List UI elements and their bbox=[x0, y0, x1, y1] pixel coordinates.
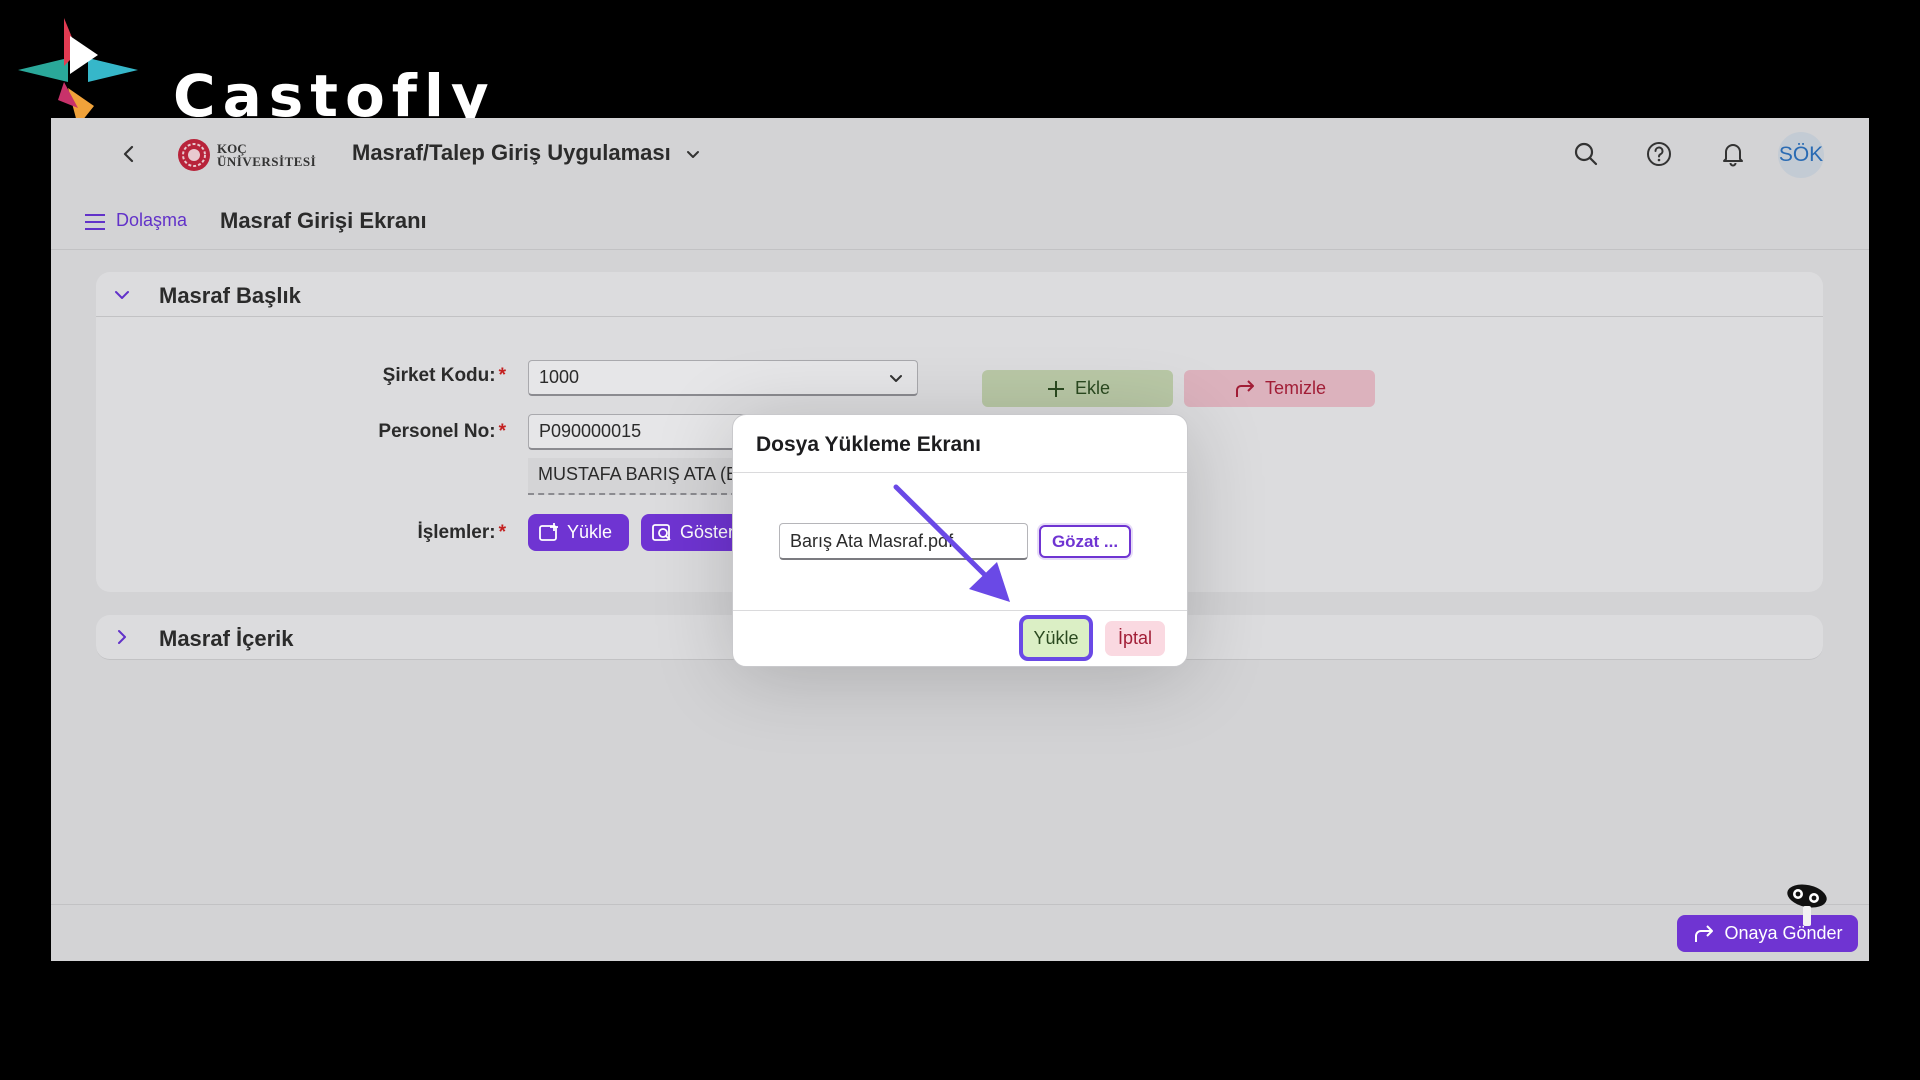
browse-button[interactable]: Gözat ... bbox=[1039, 525, 1131, 558]
chevron-right-icon[interactable] bbox=[112, 627, 132, 647]
file-name-field[interactable]: Barış Ata Masraf.pdf bbox=[779, 523, 1028, 560]
app-title[interactable]: Masraf/Talep Giriş Uygulaması bbox=[352, 140, 671, 166]
panel-title: Masraf Başlık bbox=[159, 283, 301, 308]
help-icon[interactable] bbox=[1645, 140, 1673, 168]
bell-icon[interactable] bbox=[1719, 140, 1747, 168]
clear-button-label: Temizle bbox=[1264, 378, 1326, 398]
footer-bar: Onaya Gönder bbox=[51, 904, 1869, 961]
upload-button[interactable]: Yükle bbox=[528, 514, 629, 551]
chevron-down-icon[interactable] bbox=[112, 285, 132, 305]
company-code-label: Şirket Kodu: * bbox=[382, 365, 506, 386]
shell-bar: KOÇ ÜNİVERSİTESİ Masraf/Talep Giriş Uygu… bbox=[51, 118, 1869, 190]
page-title: Masraf Girişi Ekranı bbox=[220, 208, 427, 233]
preview-icon bbox=[652, 523, 671, 541]
koc-emblem-icon bbox=[178, 139, 210, 171]
navigation-link[interactable]: Dolaşma bbox=[116, 210, 187, 231]
add-button-label: Ekle bbox=[1074, 378, 1110, 398]
user-avatar[interactable]: SÖK bbox=[1778, 132, 1824, 178]
panel-header[interactable]: Masraf Başlık bbox=[96, 272, 1823, 317]
castofly-brand: Castofly bbox=[18, 18, 489, 130]
redo-icon bbox=[1235, 379, 1254, 397]
chevron-down-icon[interactable] bbox=[887, 370, 905, 388]
show-button-label: Göster bbox=[680, 522, 735, 542]
company-code-value: 1000 bbox=[539, 367, 580, 387]
upload-file-icon bbox=[539, 522, 558, 541]
back-icon[interactable] bbox=[115, 140, 143, 168]
personnel-no-label: Personel No: * bbox=[378, 421, 506, 442]
koc-university-logo[interactable]: KOÇ ÜNİVERSİTESİ bbox=[177, 138, 317, 172]
company-code-select[interactable]: 1000 bbox=[528, 360, 918, 396]
dialog-footer: Yükle İptal bbox=[733, 610, 1187, 668]
add-button[interactable]: Ekle bbox=[982, 370, 1173, 407]
panel-title: Masraf İçerik bbox=[159, 626, 294, 651]
logo-line-2: ÜNİVERSİTESİ bbox=[217, 154, 317, 169]
search-icon[interactable] bbox=[1572, 140, 1600, 168]
dialog-cancel-button[interactable]: İptal bbox=[1105, 621, 1165, 656]
required-mark: * bbox=[498, 421, 506, 442]
operations-label: İşlemler: * bbox=[417, 522, 506, 543]
plus-icon bbox=[1047, 380, 1064, 397]
required-mark: * bbox=[498, 365, 506, 386]
castofly-logo-icon bbox=[18, 18, 138, 126]
dialog-header: Dosya Yükleme Ekranı bbox=[733, 415, 1187, 473]
sub-header: Dolaşma Masraf Girişi Ekranı bbox=[51, 190, 1869, 250]
dialog-title: Dosya Yükleme Ekranı bbox=[756, 433, 981, 456]
chevron-down-icon[interactable] bbox=[684, 146, 702, 164]
clear-button[interactable]: Temizle bbox=[1184, 370, 1375, 407]
forward-icon bbox=[1695, 924, 1714, 942]
upload-button-label: Yükle bbox=[567, 522, 613, 542]
file-upload-dialog: Dosya Yükleme Ekranı Barış Ata Masraf.pd… bbox=[732, 414, 1188, 667]
dialog-upload-button[interactable]: Yükle bbox=[1019, 615, 1093, 661]
hamburger-menu-icon[interactable] bbox=[83, 210, 107, 234]
assistant-robot-icon[interactable] bbox=[1783, 882, 1831, 928]
required-mark: * bbox=[498, 522, 506, 543]
